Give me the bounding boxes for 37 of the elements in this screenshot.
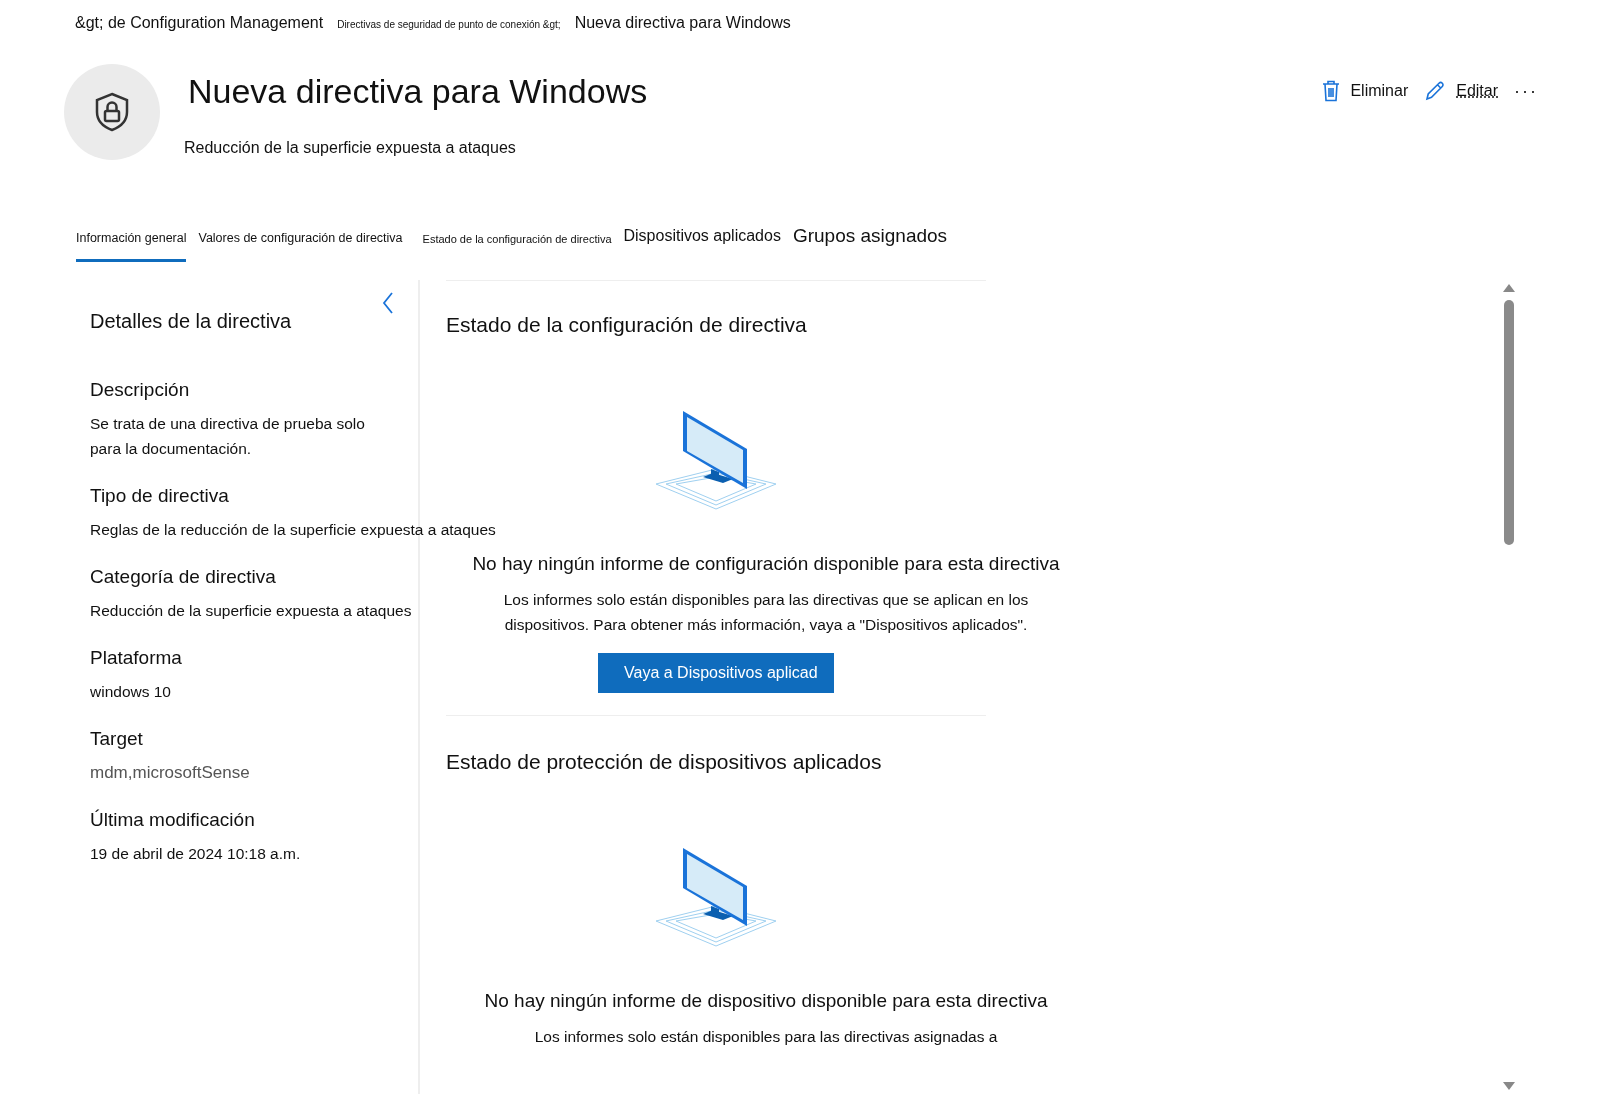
field-value: windows 10 (90, 682, 172, 702)
tab[interactable]: Valores de configuración de directiva (198, 225, 403, 262)
field-value: Reducción de la superficie expuesta a ataques (90, 601, 412, 621)
section-title: Estado de la configuración de directiva (446, 313, 807, 337)
field-label: Plataforma (90, 647, 183, 669)
empty-state-message: No hay ningún informe de configuración disponible para esta directiva (472, 553, 1060, 575)
shield-lock-icon (93, 92, 131, 132)
details-heading: Detalles de la directiva (90, 310, 292, 333)
chevron-left-icon[interactable] (382, 292, 394, 314)
trash-icon (1322, 80, 1341, 102)
page-title: Nueva directiva para Windows (188, 72, 648, 111)
field-label: Categoría de directiva (90, 566, 277, 588)
field-value: mdm,microsoftSense (90, 762, 251, 784)
tab[interactable]: Estado de la configuración de directiva (422, 227, 612, 262)
breadcrumb-link[interactable]: Nueva directiva para Windows (574, 14, 791, 32)
field-label: Tipo de directiva (90, 485, 230, 507)
field-value: Reglas de la reducción de la superficie expuesta a ataques (90, 520, 496, 540)
tab[interactable]: Dispositivos aplicados (623, 221, 781, 262)
go-to-devices-button[interactable]: Vaya a Dispositivos aplicad (598, 653, 834, 693)
field-label: Última modificación (90, 809, 256, 831)
delete-button[interactable]: Eliminar (1320, 78, 1411, 104)
tab[interactable]: Grupos asignados (792, 219, 948, 262)
page-subtitle: Reducción de la superficie expuesta a ataques (184, 139, 517, 157)
empty-state-message: No hay ningún informe de dispositivo disponible para esta directiva (484, 990, 1048, 1012)
more-button[interactable]: ··· (1512, 78, 1540, 104)
tab[interactable]: Información general (76, 225, 187, 262)
section-title: Estado de protección de dispositivos aplicados (446, 750, 882, 774)
field-value: Se trata de una directiva de prueba solo para la documentación. (90, 414, 366, 459)
empty-state-description: Los informes solo están disponibles para las directivas asignadas a (533, 1027, 999, 1047)
pencil-icon (1424, 80, 1447, 102)
field-label: Descripción (90, 379, 191, 401)
breadcrumb-link[interactable]: Directivas de seguridad de punto de conexión &gt; (337, 19, 561, 30)
edit-button[interactable]: Editar (1422, 78, 1500, 104)
breadcrumb-link[interactable]: &gt; de Configuration Management (75, 14, 324, 32)
empty-state-description: Los informes solo están disponibles para las directivas que se aplican en los dispositivos. Para obtener más información, vaya a "Dispositivos aplicados". (502, 590, 1030, 635)
field-label: Target (90, 728, 144, 750)
field-value: 19 de abril de 2024 10:18 a.m. (90, 844, 302, 864)
